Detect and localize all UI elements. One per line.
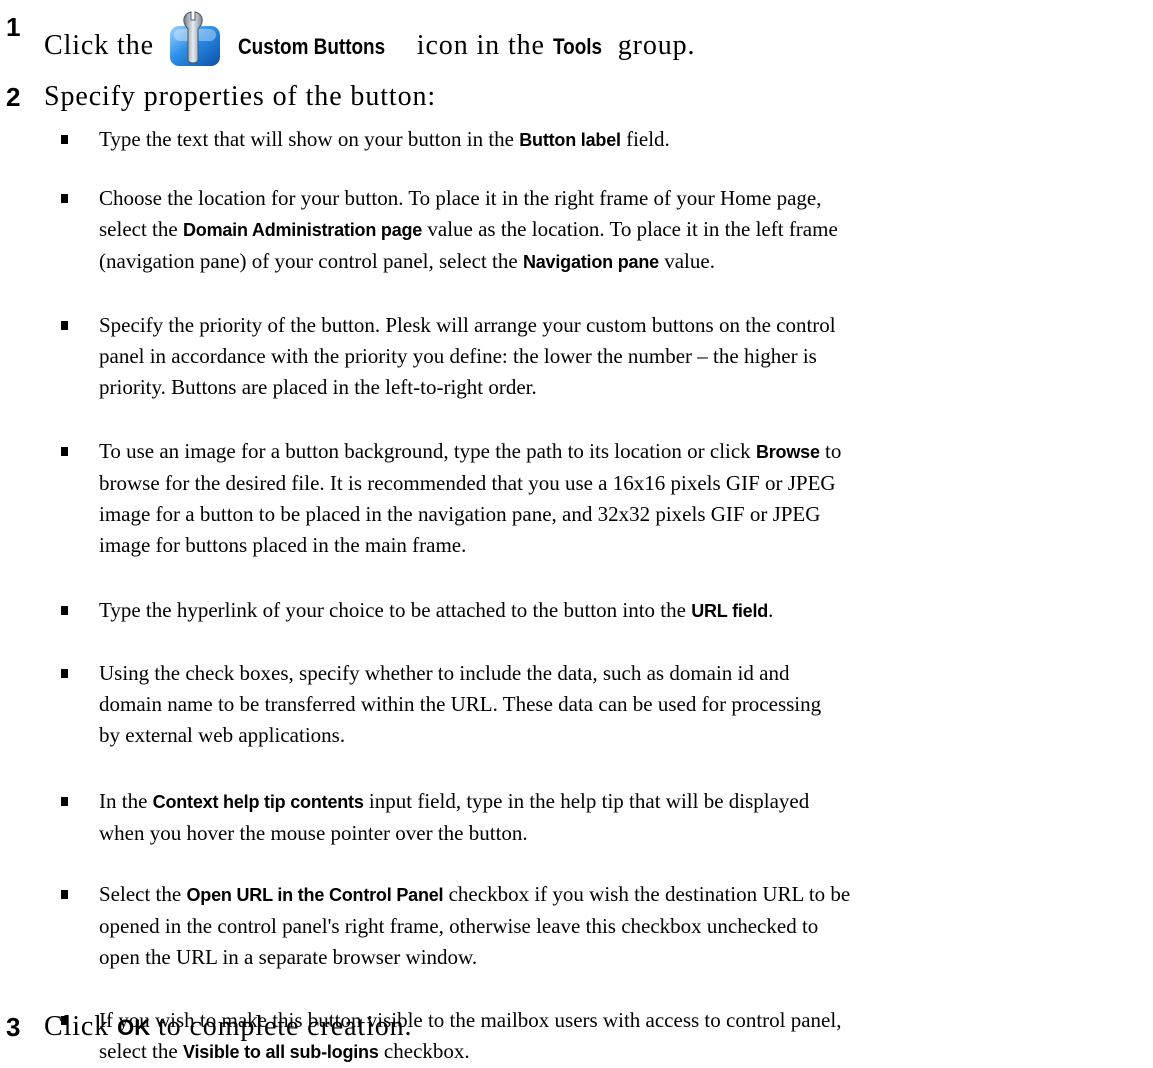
bullet-marker [61,890,68,899]
bullet-line: by external web applications. [99,723,346,747]
bullet-marker [61,135,68,144]
bullet-line: browse for the desired file. It is recom… [99,471,836,495]
bullet-line: Select the Open URL in the Control Panel… [99,882,851,906]
custom-buttons-label: Custom Buttons [237,34,385,59]
bullet-text: Using the check boxes, specify whether t… [99,658,1151,751]
bullet-marker [61,669,68,678]
bullet-line: Type the hyperlink of your choice to be … [99,598,774,622]
step-text: Click OK to complete creation. [44,1010,412,1045]
step-text: Specify properties of the button: [44,81,437,112]
ui-term: URL field [691,601,769,621]
ui-term: Context help tip contents [152,792,364,812]
bullet-marker [61,321,68,330]
ui-term: Domain Administration page [182,220,423,240]
bullet-line: (navigation pane) of your control panel,… [99,249,715,273]
bullet-text: Specify the priority of the button. Ples… [99,310,1151,403]
bullet-line: when you hover the mouse pointer over th… [99,821,528,845]
bullet-line: In the Context help tip contents input f… [99,789,810,813]
bullet-marker [61,797,68,806]
step-text: Click the Custom Buttons icon in the Too… [44,10,695,68]
bullet-text: Type the text that will show on your but… [99,124,1151,156]
bullet-line: opened in the control panel's right fram… [99,914,819,938]
bullet-text: Select the Open URL in the Control Panel… [99,879,1151,973]
ui-term: Browse [755,442,820,462]
ui-term: Button label [519,130,621,150]
bullet-line: panel in accordance with the priority yo… [99,344,817,368]
ok-label: OK [117,1015,151,1040]
bullet-line: domain name to be transferred within the… [99,692,822,716]
bullet-text: Choose the location for your button. To … [99,183,1151,278]
step-1-pre-text: Click the [44,30,154,61]
bullet-line: Choose the location for your button. To … [99,186,822,210]
step-number: 1 [6,12,21,42]
custom-buttons-wrench-icon [164,10,228,68]
ui-term: Visible to all sub-logins [182,1042,379,1062]
bullet-line: Specify the priority of the button. Ples… [99,313,836,337]
bullet-marker [61,606,68,615]
bullet-line: Using the check boxes, specify whether t… [99,661,790,685]
step-number: 2 [6,82,21,112]
bullet-text: In the Context help tip contents input f… [99,786,1151,849]
bullet-marker [61,447,68,456]
bullet-text: Type the hyperlink of your choice to be … [99,595,1151,627]
bullet-line: open the URL in a separate browser windo… [99,945,478,969]
bullet-line: image for a button to be placed in the n… [99,502,821,526]
bullet-line: Type the text that will show on your but… [99,127,670,151]
step-3-post-text: to complete creation. [157,1011,413,1042]
step-number: 3 [6,1012,21,1042]
bullet-text: To use an image for a button background,… [99,436,1151,561]
bullet-marker [61,194,68,203]
ui-term: Open URL in the Control Panel [186,885,444,905]
bullet-line: image for buttons placed in the main fra… [99,533,467,557]
tools-group-label: Tools [552,34,602,59]
step-1-post-text: group. [617,30,696,61]
ui-term: Navigation pane [522,252,659,272]
bullet-line: To use an image for a button background,… [99,439,842,463]
step-1-mid-text: icon in the [416,30,545,61]
bullet-line: priority. Buttons are placed in the left… [99,375,537,399]
step-3-pre-text: Click [44,1011,110,1042]
bullet-line: select the Domain Administration page va… [99,217,838,241]
